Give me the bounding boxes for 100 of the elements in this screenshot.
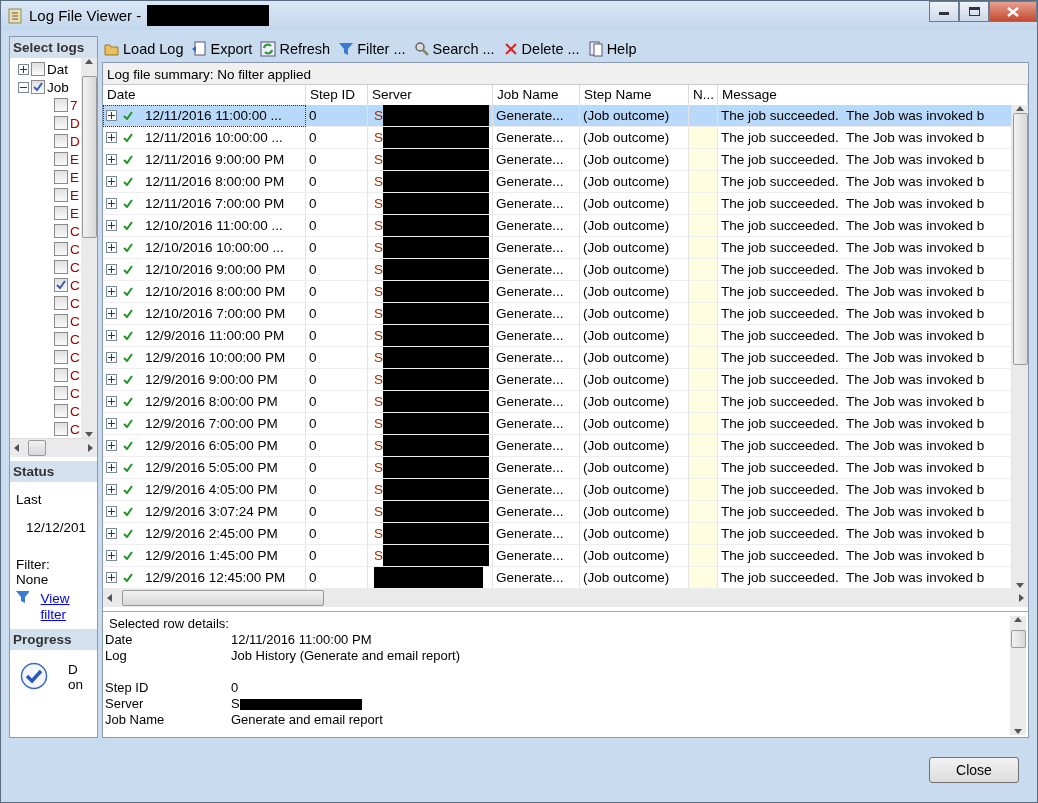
checkbox[interactable] (54, 224, 68, 238)
expand-icon[interactable] (18, 63, 29, 75)
expand-icon[interactable] (106, 528, 117, 539)
table-row[interactable]: 12/11/2016 8:00:00 PM 0 S Generate... (Job outcome) The job succeeded. The Job was invoked b (103, 171, 1012, 193)
arrow-down-icon[interactable] (1016, 581, 1024, 589)
arrow-up-icon[interactable] (85, 58, 93, 66)
toolbar-button[interactable]: Search ... (413, 41, 495, 57)
collapse-icon[interactable] (18, 81, 29, 93)
expand-icon[interactable] (106, 176, 117, 187)
tree-item[interactable]: C (70, 403, 80, 419)
checkbox[interactable] (54, 170, 68, 184)
expand-icon[interactable] (106, 110, 117, 121)
expand-icon[interactable] (106, 352, 117, 363)
checkbox[interactable] (54, 98, 68, 112)
scrollbar[interactable] (1010, 616, 1026, 735)
tree-item[interactable]: C (70, 421, 80, 437)
toolbar-button[interactable]: Export (191, 41, 253, 57)
scroll-thumb[interactable] (1010, 630, 1026, 648)
expand-icon[interactable] (106, 242, 117, 253)
arrow-left-icon[interactable] (13, 444, 21, 452)
table-row[interactable]: 12/10/2016 9:00:00 PM 0 S Generate... (Job outcome) The job succeeded. The Job was invoked b (103, 259, 1012, 281)
expand-icon[interactable] (106, 396, 117, 407)
tree-item[interactable]: E (70, 151, 79, 167)
expand-icon[interactable] (106, 198, 117, 209)
arrow-down-icon[interactable] (85, 430, 93, 438)
table-row[interactable]: 12/9/2016 4:05:00 PM 0 S Generate... (Job outcome) The job succeeded. The Job was invoked b (103, 479, 1012, 501)
checkbox[interactable] (54, 368, 68, 382)
checkbox[interactable] (54, 134, 68, 148)
maximize-button[interactable] (959, 1, 989, 22)
arrow-down-icon[interactable] (1014, 727, 1022, 735)
view-filter-link[interactable]: View filter (40, 591, 93, 623)
checkbox[interactable] (54, 260, 68, 274)
expand-icon[interactable] (106, 286, 117, 297)
checkbox[interactable] (54, 386, 68, 400)
checkbox[interactable] (54, 152, 68, 166)
tree-item[interactable]: Job (47, 79, 69, 95)
table-row[interactable]: 12/10/2016 10:00:00 ... 0 S Generate... (Job outcome) The job succeeded. The Job was invoked b (103, 237, 1012, 259)
arrow-left-icon[interactable] (106, 594, 114, 602)
toolbar-button[interactable]: Filter ... (338, 41, 406, 57)
expand-icon[interactable] (106, 330, 117, 341)
table-row[interactable]: 12/10/2016 8:00:00 PM 0 S Generate... (Job outcome) The job succeeded. The Job was invoked b (103, 281, 1012, 303)
tree-item[interactable]: C (70, 349, 80, 365)
table-row[interactable]: 12/9/2016 3:07:24 PM 0 S Generate... (Job outcome) The job succeeded. The Job was invoked b (103, 501, 1012, 523)
scrollbar[interactable] (103, 589, 1028, 607)
tree-item[interactable]: E (70, 205, 79, 221)
table-row[interactable]: 12/9/2016 7:00:00 PM 0 S Generate... (Job outcome) The job succeeded. The Job was invoked b (103, 413, 1012, 435)
toolbar-button[interactable]: Help (587, 41, 637, 57)
toolbar-button[interactable]: Refresh (260, 41, 331, 57)
expand-icon[interactable] (106, 132, 117, 143)
tree-item[interactable]: C (70, 367, 80, 383)
expand-icon[interactable] (106, 220, 117, 231)
toolbar-button[interactable]: Load Log (104, 41, 184, 57)
checkbox[interactable] (54, 332, 68, 346)
tree-item[interactable]: C (70, 241, 80, 257)
tree-item[interactable]: E (70, 187, 79, 203)
expand-icon[interactable] (106, 550, 117, 561)
expand-icon[interactable] (106, 308, 117, 319)
tree-item[interactable]: E (70, 169, 79, 185)
tree-item[interactable]: C (70, 223, 80, 239)
expand-icon[interactable] (106, 572, 117, 583)
table-row[interactable]: 12/9/2016 5:05:00 PM 0 S Generate... (Job outcome) The job succeeded. The Job was invoked b (103, 457, 1012, 479)
checkbox[interactable] (54, 206, 68, 220)
checkbox[interactable] (54, 404, 68, 418)
tree-item[interactable]: C (70, 331, 80, 347)
scroll-thumb[interactable] (81, 76, 97, 238)
scroll-thumb[interactable] (1012, 113, 1028, 365)
table-row[interactable]: 12/9/2016 6:05:00 PM 0 S Generate... (Job outcome) The job succeeded. The Job was invoked b (103, 435, 1012, 457)
close-button[interactable]: Close (929, 757, 1019, 783)
tree-item[interactable]: C (70, 259, 80, 275)
checkbox[interactable] (54, 116, 68, 130)
checkbox[interactable] (54, 278, 68, 292)
table-row[interactable]: 12/9/2016 9:00:00 PM 0 S Generate... (Job outcome) The job succeeded. The Job was invoked b (103, 369, 1012, 391)
expand-icon[interactable] (106, 440, 117, 451)
table-row[interactable]: 12/9/2016 10:00:00 PM 0 S Generate... (Job outcome) The job succeeded. The Job was invoked b (103, 347, 1012, 369)
tree-item[interactable]: C (70, 277, 80, 293)
table-row[interactable]: 12/10/2016 7:00:00 PM 0 S Generate... (Job outcome) The job succeeded. The Job was invoked b (103, 303, 1012, 325)
checkbox[interactable] (31, 80, 45, 94)
expand-icon[interactable] (106, 484, 117, 495)
table-row[interactable]: 12/9/2016 8:00:00 PM 0 S Generate... (Job outcome) The job succeeded. The Job was invoked b (103, 391, 1012, 413)
scrollbar[interactable] (10, 439, 97, 457)
close-button[interactable] (989, 1, 1037, 22)
arrow-right-icon[interactable] (1017, 594, 1025, 602)
tree-item[interactable]: D (70, 133, 80, 149)
expand-icon[interactable] (106, 506, 117, 517)
arrow-right-icon[interactable] (86, 444, 94, 452)
minimize-button[interactable] (929, 1, 959, 22)
tree-item[interactable]: Dat (47, 61, 68, 77)
checkbox[interactable] (54, 314, 68, 328)
table-row[interactable]: 12/11/2016 7:00:00 PM 0 S Generate... (Job outcome) The job succeeded. The Job was invoked b (103, 193, 1012, 215)
expand-icon[interactable] (106, 374, 117, 385)
expand-icon[interactable] (106, 154, 117, 165)
table-row[interactable]: 12/11/2016 9:00:00 PM 0 S Generate... (Job outcome) The job succeeded. The Job was invoked b (103, 149, 1012, 171)
arrow-up-icon[interactable] (1014, 616, 1022, 624)
table-row[interactable]: 12/11/2016 11:00:00 ... 0 S Generate... (Job outcome) The job succeeded. The Job was invoked b (103, 105, 1012, 127)
tree-item[interactable]: C (70, 385, 80, 401)
tree-item[interactable]: C (70, 295, 80, 311)
expand-icon[interactable] (106, 264, 117, 275)
checkbox[interactable] (54, 296, 68, 310)
table-row[interactable]: 12/9/2016 1:45:00 PM 0 S Generate... (Job outcome) The job succeeded. The Job was invoked b (103, 545, 1012, 567)
checkbox[interactable] (54, 422, 68, 436)
